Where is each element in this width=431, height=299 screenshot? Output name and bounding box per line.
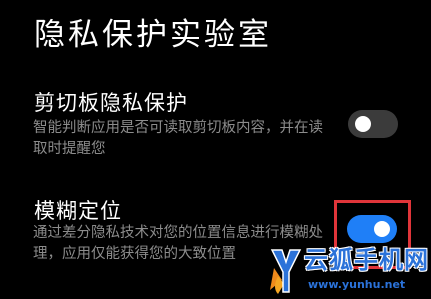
watermark-url: www.yunhu.net xyxy=(308,278,406,291)
setting-fuzzy-location-title: 模糊定位 xyxy=(34,199,122,223)
setting-clipboard-title: 剪切板隐私保护 xyxy=(34,91,188,115)
toggle-knob-icon xyxy=(374,221,390,237)
page-title: 隐私保护实验室 xyxy=(34,17,272,53)
setting-clipboard-description: 智能判断应用是否可读取剪切板内容，并在读取时提醒您 xyxy=(33,120,323,157)
clipboard-privacy-toggle[interactable] xyxy=(348,110,398,138)
fox-y-logo-icon xyxy=(270,249,302,294)
toggle-knob-icon xyxy=(355,116,371,132)
watermark: 云狐手机网 www.yunhu.net xyxy=(262,244,431,299)
watermark-name: 云狐手机网 xyxy=(304,246,429,274)
fuzzy-location-toggle[interactable] xyxy=(347,215,397,243)
